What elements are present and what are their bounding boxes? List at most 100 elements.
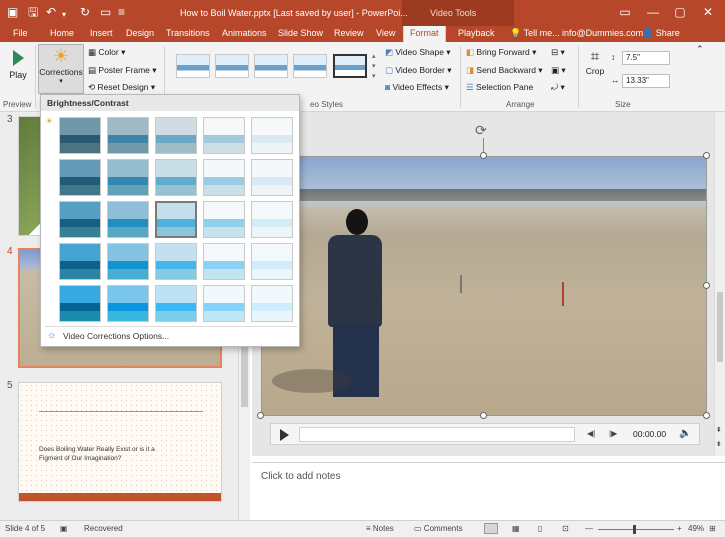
video-style-thumb[interactable] bbox=[254, 54, 288, 78]
tab-format[interactable]: Format bbox=[403, 26, 446, 42]
correction-thumb[interactable] bbox=[59, 243, 101, 280]
play-button[interactable]: Play bbox=[4, 48, 32, 80]
tab-home[interactable]: Home bbox=[50, 28, 74, 38]
timeline-bar[interactable] bbox=[299, 427, 575, 442]
corrections-button[interactable]: ☀ Corrections ▾ bbox=[38, 44, 84, 94]
video-frame[interactable] bbox=[261, 156, 707, 416]
correction-thumb[interactable] bbox=[59, 159, 101, 196]
share-button[interactable]: 👤 Share bbox=[642, 28, 680, 39]
video-effects-button[interactable]: ◙ Video Effects ▾ bbox=[385, 82, 449, 93]
video-corrections-options-item[interactable]: ☼ Video Corrections Options... bbox=[45, 329, 297, 345]
next-slide-icon[interactable]: ⇟ bbox=[716, 440, 722, 448]
tell-me-search[interactable]: 💡 Tell me... bbox=[510, 28, 560, 39]
zoom-in-icon[interactable]: + bbox=[677, 524, 682, 533]
align-icon[interactable]: ⊟ ▾ bbox=[551, 47, 565, 58]
minimize-button[interactable]: — bbox=[642, 4, 664, 20]
save-icon[interactable]: 🖫 bbox=[28, 5, 38, 19]
correction-thumb[interactable] bbox=[251, 159, 293, 196]
video-style-thumb[interactable] bbox=[215, 54, 249, 78]
correction-thumb[interactable] bbox=[59, 117, 101, 154]
height-field[interactable]: 7.5" bbox=[622, 51, 670, 65]
width-field[interactable]: 13.33" bbox=[622, 74, 670, 88]
comments-toggle-button[interactable]: ▭ Comments bbox=[414, 524, 462, 533]
present-icon[interactable]: ▭ bbox=[100, 5, 111, 19]
tab-transitions[interactable]: Transitions bbox=[166, 28, 210, 38]
video-border-button[interactable]: ▢ Video Border ▾ bbox=[385, 65, 452, 76]
rotate-handle-icon[interactable]: ⟳ bbox=[475, 122, 487, 139]
resize-handle[interactable] bbox=[703, 152, 710, 159]
correction-thumb[interactable] bbox=[107, 285, 149, 322]
rotate-icon[interactable]: ⤾ ▾ bbox=[551, 82, 565, 93]
group-icon[interactable]: ▣ ▾ bbox=[551, 65, 566, 76]
tab-playback[interactable]: Playback bbox=[458, 28, 495, 38]
volume-icon[interactable]: 🔈 bbox=[679, 428, 691, 439]
tab-design[interactable]: Design bbox=[126, 28, 154, 38]
zoom-slider-thumb[interactable] bbox=[633, 525, 636, 534]
correction-thumb[interactable] bbox=[203, 243, 245, 280]
video-shape-button[interactable]: ◩ Video Shape ▾ bbox=[385, 47, 451, 58]
fit-slide-icon[interactable]: ⊞ bbox=[709, 524, 716, 533]
prev-slide-icon[interactable]: ⇞ bbox=[716, 426, 722, 434]
tab-file[interactable]: File bbox=[13, 28, 28, 38]
gallery-scroll-icon[interactable]: ▴ ▾ ▾ bbox=[372, 52, 376, 82]
send-backward-button[interactable]: ◨ Send Backward ▾ bbox=[466, 65, 543, 76]
undo-icon[interactable]: ↶ bbox=[46, 5, 56, 19]
tab-animations[interactable]: Animations bbox=[222, 28, 267, 38]
notes-toggle-button[interactable]: ≡ Notes bbox=[366, 524, 394, 533]
resize-handle[interactable] bbox=[480, 412, 487, 419]
correction-thumb[interactable] bbox=[155, 117, 197, 154]
tab-review[interactable]: Review bbox=[334, 28, 364, 38]
resize-handle[interactable] bbox=[703, 412, 710, 419]
correction-thumb[interactable] bbox=[251, 243, 293, 280]
spelling-icon[interactable]: ▣ bbox=[60, 524, 68, 533]
poster-frame-button[interactable]: ▤ Poster Frame ▾ bbox=[88, 65, 157, 76]
slideshow-view-icon[interactable]: ⊡ bbox=[562, 524, 569, 533]
correction-thumb[interactable] bbox=[107, 159, 149, 196]
redo-icon[interactable]: ↻ bbox=[80, 5, 90, 19]
crop-button[interactable]: ⌗ Crop bbox=[583, 48, 607, 76]
resize-handle[interactable] bbox=[480, 152, 487, 159]
reset-design-button[interactable]: ⟲ Reset Design ▾ bbox=[88, 82, 155, 93]
zoom-slider[interactable] bbox=[598, 525, 674, 534]
resize-handle[interactable] bbox=[703, 282, 710, 289]
resize-handle[interactable] bbox=[257, 412, 264, 419]
canvas-scrollbar[interactable]: ⇞ ⇟ bbox=[714, 112, 725, 456]
step-back-icon[interactable]: ◀| bbox=[587, 429, 595, 438]
close-button[interactable]: ✕ bbox=[697, 4, 719, 20]
zoom-level[interactable]: 49% bbox=[688, 524, 704, 533]
correction-thumb[interactable] bbox=[203, 201, 245, 238]
correction-thumb[interactable] bbox=[107, 243, 149, 280]
correction-thumb[interactable] bbox=[59, 201, 101, 238]
correction-thumb[interactable] bbox=[251, 285, 293, 322]
scroll-thumb[interactable] bbox=[717, 292, 723, 362]
tab-insert[interactable]: Insert bbox=[90, 28, 113, 38]
correction-thumb[interactable] bbox=[155, 243, 197, 280]
tab-view[interactable]: View bbox=[376, 28, 395, 38]
slide-sorter-icon[interactable]: ▦ bbox=[512, 524, 520, 533]
normal-view-icon[interactable] bbox=[484, 523, 498, 534]
ribbon-display-options-button[interactable]: ▭ bbox=[614, 4, 636, 20]
correction-thumb-selected[interactable] bbox=[155, 201, 197, 238]
correction-thumb[interactable] bbox=[251, 201, 293, 238]
video-style-thumb[interactable] bbox=[176, 54, 210, 78]
maximize-button[interactable]: ▢ bbox=[669, 4, 691, 20]
collapse-ribbon-icon[interactable]: ⌃ bbox=[696, 44, 704, 55]
customize-qat-icon[interactable]: ≡ bbox=[118, 5, 125, 19]
correction-thumb[interactable] bbox=[251, 117, 293, 154]
step-forward-icon[interactable]: |▶ bbox=[609, 429, 617, 438]
bring-forward-button[interactable]: ◧ Bring Forward ▾ bbox=[466, 47, 536, 58]
correction-thumb[interactable] bbox=[203, 117, 245, 154]
undo-dropdown-icon[interactable]: ▾ bbox=[62, 8, 66, 22]
correction-thumb[interactable] bbox=[155, 285, 197, 322]
video-style-thumb[interactable] bbox=[293, 54, 327, 78]
correction-thumb[interactable] bbox=[107, 201, 149, 238]
correction-thumb[interactable] bbox=[155, 159, 197, 196]
color-button[interactable]: ▦ Color ▾ bbox=[88, 47, 125, 58]
tab-slide-show[interactable]: Slide Show bbox=[278, 28, 323, 38]
account-label[interactable]: info@Dummies.com bbox=[562, 28, 643, 38]
zoom-out-icon[interactable]: — bbox=[585, 524, 593, 533]
correction-thumb[interactable] bbox=[203, 285, 245, 322]
reading-view-icon[interactable]: ▯ bbox=[538, 524, 542, 533]
slide-thumbnail[interactable]: Does Boiling Water Really Exist or is it… bbox=[18, 382, 222, 502]
correction-thumb[interactable] bbox=[203, 159, 245, 196]
